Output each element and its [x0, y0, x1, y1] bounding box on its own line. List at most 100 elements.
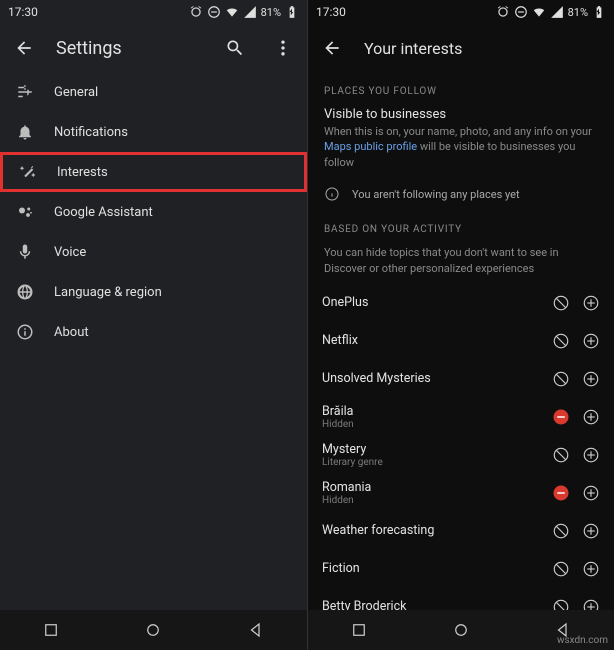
- topic-row[interactable]: BrăilaHidden: [308, 398, 614, 436]
- label: Interests: [57, 165, 108, 180]
- topic-title: Fiction: [322, 561, 552, 576]
- settings-item-assistant[interactable]: Google Assistant: [0, 192, 307, 232]
- topic-row[interactable]: Betty Broderick: [308, 588, 614, 610]
- topic-subtitle: Hidden: [322, 495, 552, 506]
- block-icon[interactable]: [552, 598, 570, 610]
- follow-icon[interactable]: [582, 560, 600, 578]
- topic-row[interactable]: MysteryLiterary genre: [308, 436, 614, 474]
- follow-icon[interactable]: [582, 446, 600, 464]
- page-title: Your interests: [364, 39, 606, 58]
- alarm-icon: [189, 5, 203, 19]
- topic-title: Unsolved Mysteries: [322, 371, 552, 386]
- follow-icon[interactable]: [582, 408, 600, 426]
- app-bar: Your interests: [308, 24, 614, 72]
- battery-icon: [285, 5, 299, 19]
- nav-recent-icon[interactable]: [350, 621, 368, 639]
- wifi-icon: [532, 5, 546, 19]
- info-icon: [16, 323, 34, 341]
- status-bar: 17:30 81%: [308, 0, 614, 24]
- visible-desc: When this is on, your name, photo, and a…: [308, 124, 614, 178]
- topic-title: OnePlus: [322, 295, 552, 310]
- settings-item-general[interactable]: General: [0, 72, 307, 112]
- nav-home-icon[interactable]: [452, 621, 470, 639]
- app-bar: Settings: [0, 24, 307, 72]
- page-title: Settings: [56, 38, 203, 59]
- watermark: wsxdn.com: [557, 635, 608, 646]
- interests-screen: 17:30 81% Your interests PLACES YOU FOLL…: [307, 0, 614, 650]
- interests-content: PLACES YOU FOLLOW Visible to businesses …: [308, 72, 614, 610]
- follow-icon[interactable]: [582, 332, 600, 350]
- topic-row[interactable]: Weather forecasting: [308, 512, 614, 550]
- nav-home-icon[interactable]: [144, 621, 162, 639]
- back-button[interactable]: [8, 32, 40, 64]
- settings-item-language[interactable]: Language & region: [0, 272, 307, 312]
- topic-title: Brăila: [322, 404, 552, 419]
- block-icon[interactable]: [552, 522, 570, 540]
- topic-title: Netflix: [322, 333, 552, 348]
- signal-icon: [550, 5, 564, 19]
- status-icons: 81%: [189, 5, 299, 19]
- battery-text: 81%: [261, 6, 281, 19]
- battery-text: 81%: [568, 6, 588, 19]
- topic-row[interactable]: Netflix: [308, 322, 614, 360]
- nav-recent-icon[interactable]: [42, 621, 60, 639]
- search-button[interactable]: [219, 32, 251, 64]
- topic-row[interactable]: OnePlus: [308, 284, 614, 322]
- settings-item-interests[interactable]: Interests: [0, 152, 307, 192]
- block-icon[interactable]: [552, 294, 570, 312]
- maps-profile-link[interactable]: Maps public profile: [324, 140, 417, 153]
- signal-icon: [243, 5, 257, 19]
- topic-row[interactable]: Fiction: [308, 550, 614, 588]
- label: Voice: [54, 245, 86, 260]
- alarm-icon: [496, 5, 510, 19]
- block-icon[interactable]: [552, 332, 570, 350]
- mic-icon: [16, 243, 34, 261]
- bell-icon: [16, 123, 34, 141]
- activity-desc: You can hide topics that you don't want …: [308, 241, 614, 284]
- topic-title: Romania: [322, 480, 552, 495]
- globe-icon: [16, 283, 34, 301]
- label: Notifications: [54, 125, 128, 140]
- status-bar: 17:30 81%: [0, 0, 307, 24]
- battery-icon: [592, 5, 606, 19]
- info-icon: [324, 186, 340, 202]
- status-time: 17:30: [8, 5, 38, 19]
- status-icons: 81%: [496, 5, 606, 19]
- assistant-icon: [16, 203, 34, 221]
- dnd-icon: [207, 5, 221, 19]
- hidden-icon[interactable]: [552, 484, 570, 502]
- hidden-icon[interactable]: [552, 408, 570, 426]
- label: General: [54, 85, 98, 100]
- block-icon[interactable]: [552, 446, 570, 464]
- no-places-row: You aren't following any places yet: [308, 178, 614, 210]
- topic-subtitle: Literary genre: [322, 457, 552, 468]
- block-icon[interactable]: [552, 560, 570, 578]
- places-header: PLACES YOU FOLLOW: [308, 72, 614, 103]
- settings-item-voice[interactable]: Voice: [0, 232, 307, 272]
- nav-back-icon[interactable]: [247, 621, 265, 639]
- activity-header: BASED ON YOUR ACTIVITY: [308, 210, 614, 241]
- settings-list: General Notifications Interests Google A…: [0, 72, 307, 610]
- follow-icon[interactable]: [582, 294, 600, 312]
- follow-icon[interactable]: [582, 370, 600, 388]
- topic-title: Weather forecasting: [322, 523, 552, 538]
- overflow-button[interactable]: [267, 32, 299, 64]
- settings-item-notifications[interactable]: Notifications: [0, 112, 307, 152]
- follow-icon[interactable]: [582, 522, 600, 540]
- follow-icon[interactable]: [582, 484, 600, 502]
- settings-item-about[interactable]: About: [0, 312, 307, 352]
- topic-row[interactable]: Unsolved Mysteries: [308, 360, 614, 398]
- back-button[interactable]: [316, 32, 348, 64]
- topic-subtitle: Hidden: [322, 419, 552, 430]
- label: Google Assistant: [54, 205, 153, 220]
- sliders-icon: [16, 83, 34, 101]
- visible-toggle-label[interactable]: Visible to businesses: [308, 103, 614, 124]
- wifi-icon: [225, 5, 239, 19]
- dnd-icon: [514, 5, 528, 19]
- block-icon[interactable]: [552, 370, 570, 388]
- settings-screen: 17:30 81% Settings General Notifications…: [0, 0, 307, 650]
- wand-icon: [19, 163, 37, 181]
- topic-title: Betty Broderick: [322, 599, 552, 610]
- follow-icon[interactable]: [582, 598, 600, 610]
- topic-row[interactable]: RomaniaHidden: [308, 474, 614, 512]
